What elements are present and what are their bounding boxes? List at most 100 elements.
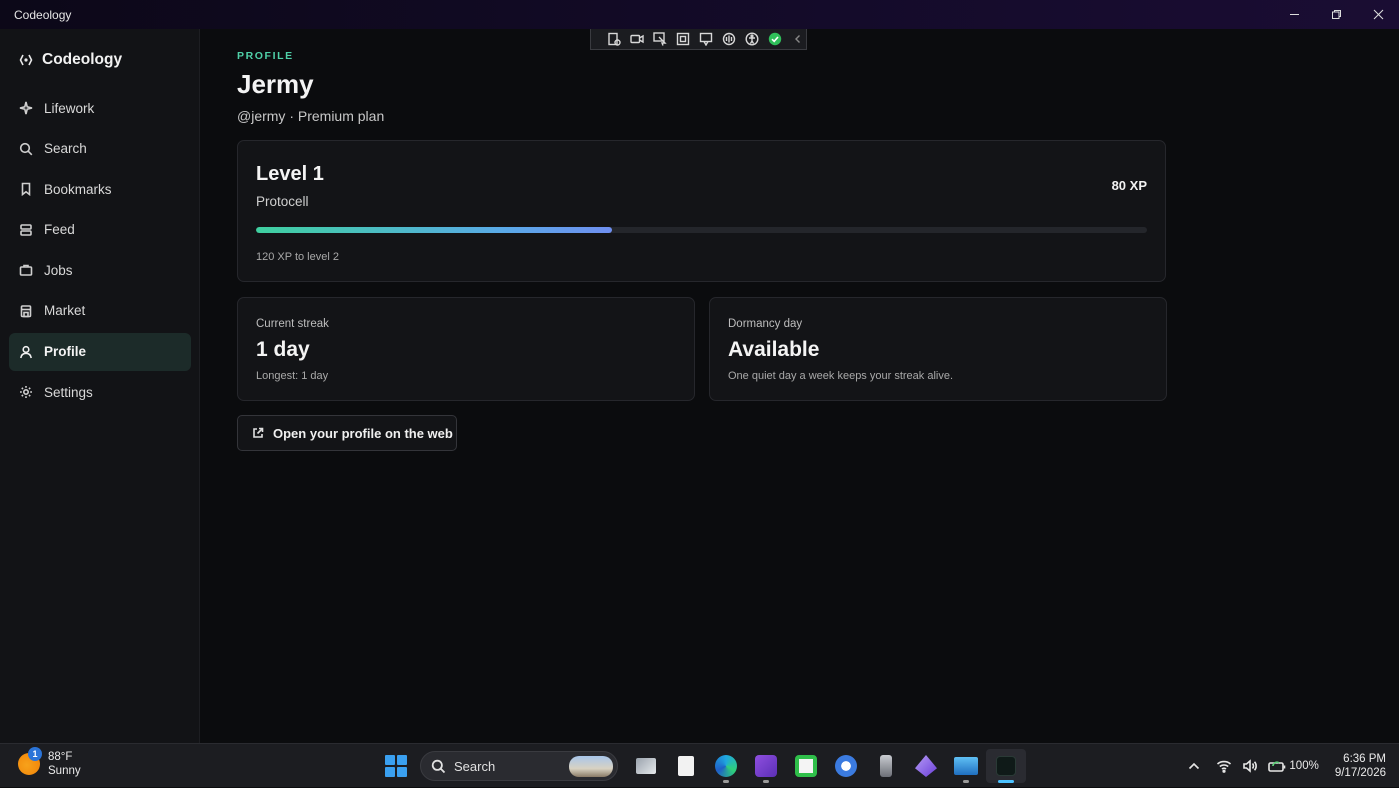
dormancy-note: One quiet day a week keeps your streak a… [728, 370, 954, 382]
store-icon [20, 305, 32, 318]
profile-subtitle: @jermy · Premium plan [237, 108, 385, 124]
title-bar: Codeology [0, 0, 1399, 29]
chevron-up-icon [1189, 762, 1200, 770]
toolbar-accessibility-button[interactable] [743, 32, 760, 47]
toolbar-video-button[interactable] [628, 32, 645, 47]
visual-studio-icon [755, 755, 777, 777]
user-icon [20, 345, 32, 358]
taskbar-app-device[interactable] [866, 749, 906, 783]
sidebar-item-feed[interactable]: Feed [9, 211, 191, 249]
weather-badge: 1 [28, 747, 42, 761]
taskbar-app-crystal[interactable] [906, 749, 946, 783]
system-tray: 100% 6:36 PM 9/17/2026 [1186, 744, 1399, 788]
running-indicator [963, 780, 969, 783]
sidebar-item-label: Jobs [44, 262, 73, 278]
battery-button[interactable]: 100% [1268, 758, 1319, 774]
start-button[interactable] [382, 752, 410, 780]
section-eyebrow: PROFILE [237, 50, 294, 62]
minimize-button[interactable] [1273, 0, 1315, 29]
taskbar-app-assistant[interactable] [826, 749, 866, 783]
weather-condition: Sunny [48, 765, 81, 777]
taskbar-app-epic-games[interactable] [666, 749, 706, 783]
taskbar-search-label: Search [454, 758, 496, 774]
taskbar-app-stocks[interactable] [786, 749, 826, 783]
open-profile-web-label: Open your profile on the web [273, 425, 453, 441]
running-indicator [723, 780, 729, 783]
weather-widget[interactable]: 1 88°F Sunny [18, 747, 81, 778]
brand-name: Codeology [42, 51, 123, 68]
sidebar-item-label: Lifework [44, 100, 95, 116]
level-title: Level 1 [256, 163, 324, 185]
wifi-button[interactable] [1216, 758, 1232, 774]
minimize-icon [1289, 14, 1299, 15]
level-rank: Protocell [256, 194, 309, 209]
toolbar-pointer-button[interactable] [651, 32, 668, 47]
streak-longest: Longest: 1 day [256, 370, 329, 382]
xp-total: 80 XP [1111, 178, 1147, 193]
document-icon [607, 32, 621, 46]
restore-icon [1331, 10, 1341, 19]
sidebar-item-profile[interactable]: Profile [9, 332, 191, 371]
xp-progress-bar [256, 227, 1147, 233]
sidebar-item-market[interactable]: Market [9, 292, 191, 330]
taskbar-app-codeology[interactable] [986, 749, 1026, 783]
volume-button[interactable] [1242, 758, 1258, 774]
toolbar-done-button[interactable] [766, 32, 783, 47]
device-icon [880, 755, 892, 777]
open-profile-web-button[interactable]: Open your profile on the web [237, 415, 457, 451]
close-button[interactable] [1357, 0, 1399, 29]
pointer-icon [652, 32, 667, 46]
toolbar-region-button[interactable] [674, 32, 691, 47]
toolbar-collapse-button[interactable] [789, 32, 806, 47]
sidebar-item-search[interactable]: Search [9, 130, 191, 168]
chevron-left-icon [794, 35, 800, 43]
streak-card: Current streak 1 day Longest: 1 day [237, 297, 695, 401]
window-controls [1273, 0, 1399, 29]
epic-games-icon [678, 756, 694, 776]
sidebar-item-label: Search [44, 141, 87, 157]
photos-icon [954, 757, 978, 775]
toolbar-record-document-button[interactable] [605, 32, 622, 47]
brand[interactable]: Codeology [19, 51, 122, 69]
clock[interactable]: 6:36 PM 9/17/2026 [1335, 752, 1386, 780]
running-indicator [998, 780, 1014, 783]
sidebar-item-settings[interactable]: Settings [9, 373, 191, 411]
taskbar-search[interactable]: Search [420, 751, 618, 781]
tray-overflow-button[interactable] [1186, 758, 1202, 774]
taskbar-app-photos[interactable] [946, 749, 986, 783]
stocks-icon [795, 755, 817, 777]
sidebar-item-bookmarks[interactable]: Bookmarks [9, 170, 191, 208]
taskbar-app-edge[interactable] [706, 749, 746, 783]
level-card: Level 1 Protocell 80 XP 120 XP to level … [237, 140, 1166, 282]
dormancy-card: Dormancy day Available One quiet day a w… [709, 297, 1167, 401]
task-view-icon [636, 758, 656, 774]
weather-temp: 88°F [48, 751, 73, 763]
taskbar-app-visual-studio[interactable] [746, 749, 786, 783]
speaker-icon [1243, 759, 1258, 773]
window-capture-icon [699, 32, 712, 46]
search-highlight-image [569, 756, 613, 777]
sidebar-item-jobs[interactable]: Jobs [9, 251, 191, 289]
battery-percent: 100% [1289, 760, 1319, 772]
toolbar-audio-button[interactable] [720, 32, 737, 47]
sidebar-item-label: Market [44, 303, 86, 319]
dormancy-value: Available [728, 338, 820, 361]
clock-time: 6:36 PM [1343, 753, 1386, 765]
wifi-icon [1217, 760, 1232, 773]
maximize-button[interactable] [1315, 0, 1357, 29]
check-circle-icon [768, 32, 781, 46]
main-content: PROFILE Jermy @jermy · Premium plan Leve… [201, 29, 1399, 743]
external-link-icon [253, 427, 264, 438]
page-title: Jermy [237, 69, 314, 99]
edge-browser-icon [715, 755, 737, 777]
capture-toolbar [590, 29, 807, 50]
audio-icon [722, 32, 735, 46]
sidebar-item-label: Bookmarks [44, 181, 112, 197]
taskbar: 1 88°F Sunny Search 100% 6:36 PM 9/17/20… [0, 743, 1399, 787]
sidebar-item-lifework[interactable]: Lifework [9, 89, 191, 127]
xp-progress-fill [256, 227, 613, 233]
toolbar-window-button[interactable] [697, 32, 714, 47]
xp-to-next-level: 120 XP to level 2 [256, 251, 339, 263]
gear-icon [20, 386, 32, 399]
taskbar-app-task-view[interactable] [626, 749, 666, 783]
